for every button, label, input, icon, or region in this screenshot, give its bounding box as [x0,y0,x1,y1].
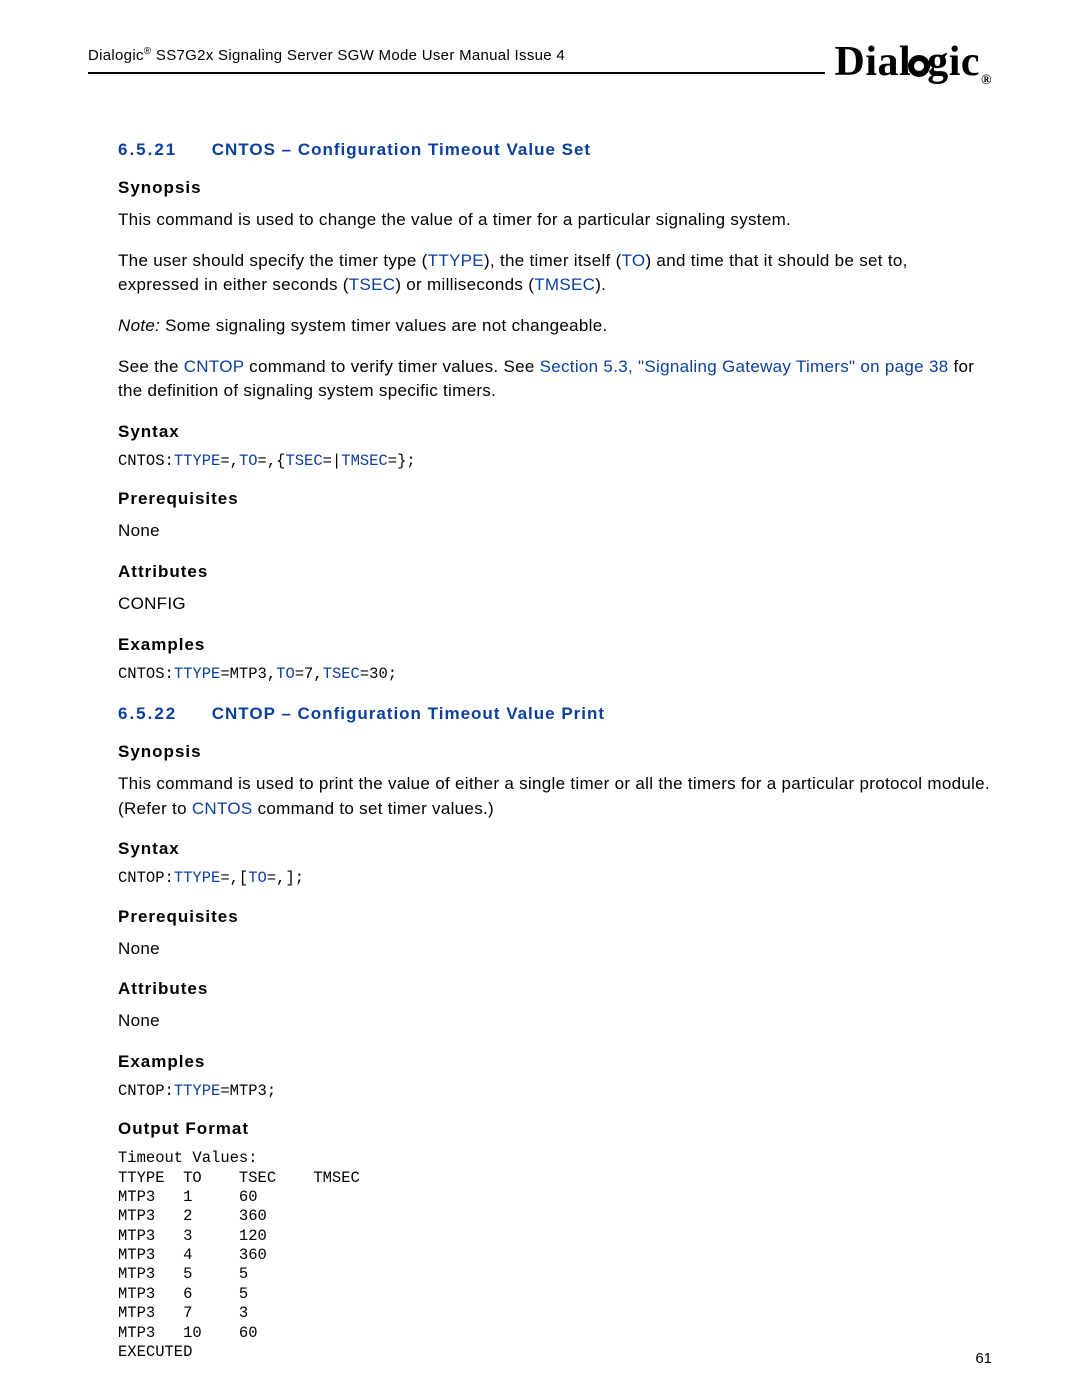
synopsis-paragraph-1: This command is used to change the value… [118,208,992,233]
note-label: Note: [118,316,160,335]
section-number: 6.5.22 [118,704,206,724]
prerequisites-label: Prerequisites [118,489,992,509]
examples-label: Examples [118,635,992,655]
page-number: 61 [975,1350,992,1367]
syntax-label: Syntax [118,422,992,442]
section-title: CNTOS – Configuration Timeout Value Set [212,140,591,159]
output-format-label: Output Format [118,1119,992,1139]
attributes-label: Attributes [118,979,992,999]
synopsis-see-also: See the CNTOP command to verify timer va… [118,355,992,404]
cntos-keyword: CNTOS [192,799,253,818]
section-title: CNTOP – Configuration Timeout Value Prin… [212,704,605,723]
section-5-3-link[interactable]: Section 5.3, "Signaling Gateway Timers" … [540,357,949,376]
attributes-value: None [118,1009,992,1034]
ttype-keyword: TTYPE [428,251,484,270]
doc-name-b: SS7G2x Signaling Server SGW Mode User Ma… [151,47,565,64]
cntop-keyword: CNTOP [184,357,244,376]
syntax-line-cntop: CNTOP:TTYPE=,[TO=,]; [118,869,992,888]
output-format-table: Timeout Values: TTYPE TO TSEC TMSEC MTP3… [118,1149,992,1362]
example-cntos: CNTOS:TTYPE=MTP3,TO=7,TSEC=30; [118,665,992,684]
attributes-label: Attributes [118,562,992,582]
section-heading-6-5-21: 6.5.21 CNTOS – Configuration Timeout Val… [118,140,992,160]
prerequisites-value: None [118,519,992,544]
synopsis-paragraph-2: The user should specify the timer type (… [118,249,992,298]
section-number: 6.5.21 [118,140,206,160]
synopsis-note: Note: Some signaling system timer values… [118,314,992,339]
prerequisites-value: None [118,937,992,962]
to-keyword: TO [622,251,646,270]
brand-logo: Dialgic® [825,38,992,89]
doc-name-a: Dialogic [88,47,144,64]
syntax-line-cntos: CNTOS:TTYPE=,TO=,{TSEC=|TMSEC=}; [118,452,992,471]
brand-logo-o-icon [908,55,930,77]
synopsis-label: Synopsis [118,742,992,762]
prerequisites-label: Prerequisites [118,907,992,927]
tsec-keyword: TSEC [349,275,396,294]
example-cntop: CNTOP:TTYPE=MTP3; [118,1082,992,1101]
examples-label: Examples [118,1052,992,1072]
synopsis-paragraph: This command is used to print the value … [118,772,992,821]
tmsec-keyword: TMSEC [534,275,595,294]
section-heading-6-5-22: 6.5.22 CNTOP – Configuration Timeout Val… [118,704,992,724]
syntax-label: Syntax [118,839,992,859]
synopsis-label: Synopsis [118,178,992,198]
page-content: 6.5.21 CNTOS – Configuration Timeout Val… [88,74,992,1362]
attributes-value: CONFIG [118,592,992,617]
